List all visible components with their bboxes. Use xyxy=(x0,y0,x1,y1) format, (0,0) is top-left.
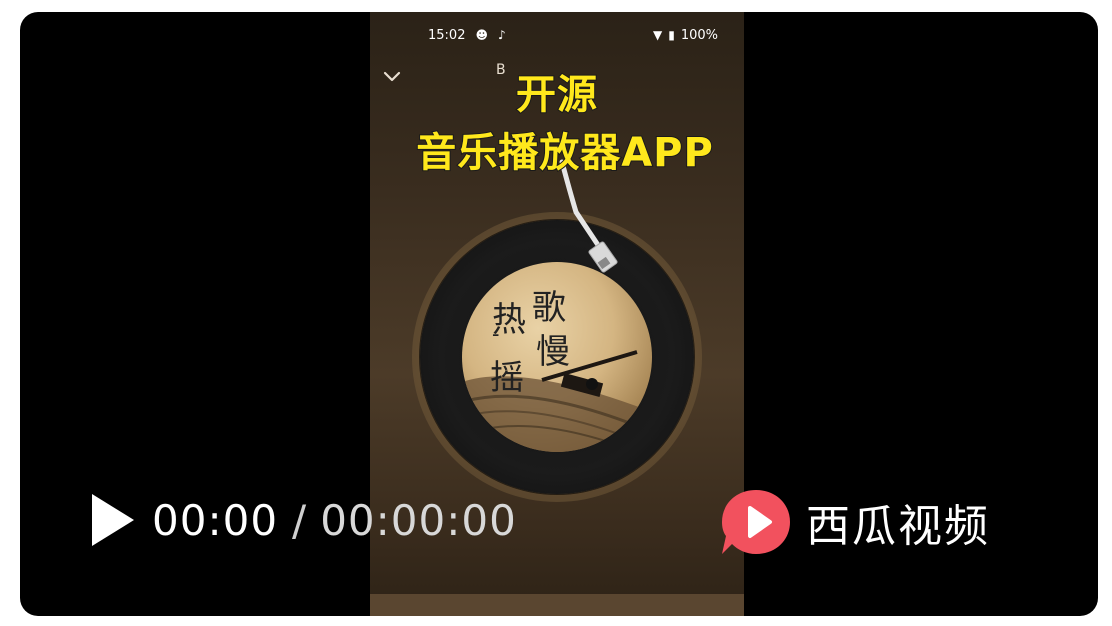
overlay-title-line1: 开源 xyxy=(515,71,598,119)
current-time: 00:00 xyxy=(152,495,279,545)
time-separator: / xyxy=(292,495,307,545)
brand-name: 西瓜视频 xyxy=(806,501,990,552)
playback-controls: 00:00 / 00:00:00 xyxy=(90,492,517,548)
album-char: 慢 xyxy=(536,332,570,372)
video-player[interactable]: 15:02 ☻ ♪ ▼ ▮ 100% B 热 歌 慢 摇 - 开源 音乐播放器A… xyxy=(20,12,1098,616)
xigua-video-logo xyxy=(722,490,790,554)
album-char: - xyxy=(492,322,500,347)
album-char: 摇 xyxy=(490,358,524,398)
total-time: 00:00:00 xyxy=(320,495,517,545)
play-icon[interactable] xyxy=(90,492,136,548)
brand-watermark[interactable]: 西瓜视频 xyxy=(720,488,990,556)
overlay-title-line2: 音乐播放器APP xyxy=(415,129,714,177)
frame-bottom-strip xyxy=(370,594,744,616)
